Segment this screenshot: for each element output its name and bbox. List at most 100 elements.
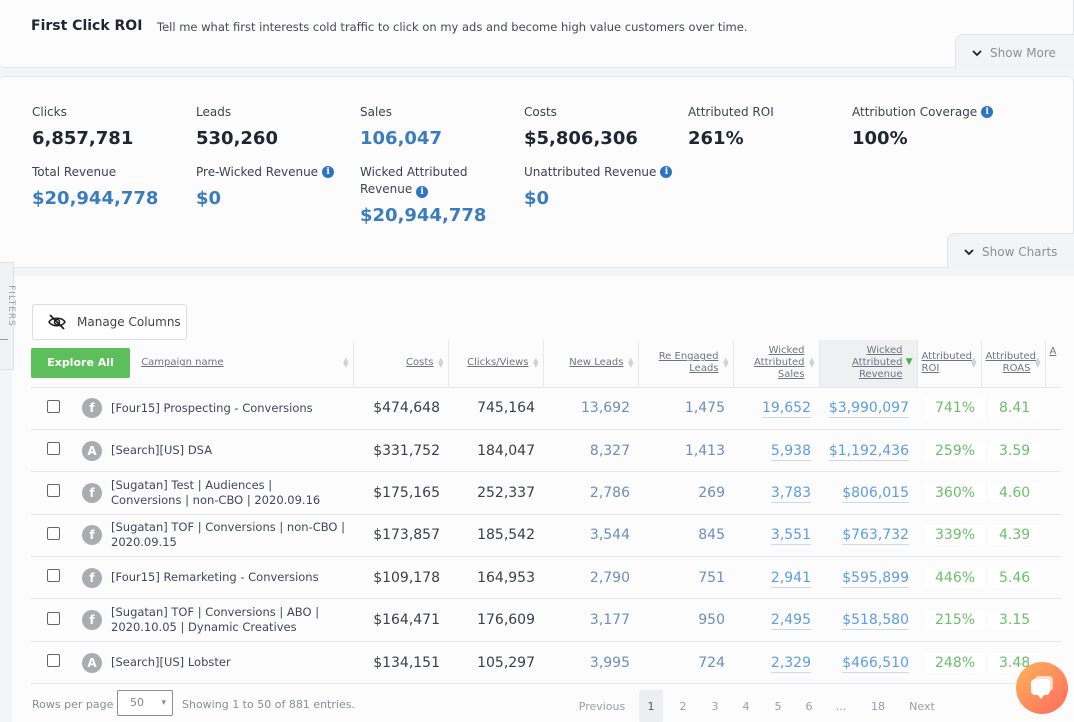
show-charts-button[interactable]: Show Charts — [947, 233, 1074, 269]
row-checkbox-cell — [31, 429, 75, 473]
column-header-campaign-name[interactable]: Explore All Campaign name ▲ ▼ — [31, 340, 353, 388]
revenue-link[interactable]: $806,015 — [842, 484, 909, 503]
column-header-re-engaged-leads[interactable]: Re Engaged Leads ▲ ▼ — [637, 340, 733, 388]
sort-icon[interactable]: ▲ ▼ — [723, 357, 728, 369]
row-checkbox[interactable] — [46, 526, 60, 540]
facebook-icon: f — [82, 482, 102, 503]
explore-all-button[interactable]: Explore All — [31, 348, 130, 379]
column-header-label[interactable]: Wicked Attributed Sales — [754, 345, 805, 380]
eye-slash-icon — [48, 314, 66, 330]
sales-link[interactable]: 2,329 — [770, 654, 811, 673]
row-checkbox[interactable] — [46, 611, 60, 625]
column-header-label[interactable]: New Leads — [569, 357, 623, 368]
revenue-cell: $466,510 — [819, 641, 917, 685]
column-header-label[interactable]: Clicks/Views — [467, 357, 528, 368]
roi-cell: 360% — [917, 471, 986, 515]
column-header-attributed-roas[interactable]: Attributed ROAS ▲ ▼ — [980, 340, 1045, 388]
row-checkbox-cell — [31, 387, 75, 430]
row-checkbox[interactable] — [46, 484, 60, 498]
next-page-button[interactable]: Next — [902, 690, 942, 722]
column-header-label[interactable]: Attributed ROI — [922, 351, 973, 374]
info-icon[interactable]: i — [416, 186, 429, 198]
column-header-truncated[interactable]: A — [1044, 340, 1061, 388]
info-icon[interactable]: i — [322, 166, 335, 178]
sort-icon[interactable]: ▲ ▼ — [533, 357, 538, 369]
row-checkbox[interactable] — [46, 399, 60, 413]
rows-per-page-select[interactable]: 50 ▾ — [117, 690, 173, 716]
filters-side-tab[interactable]: FILTERS — [0, 262, 16, 370]
sales-link[interactable]: 2,941 — [770, 569, 811, 588]
sort-icon[interactable]: ▲ ▼ — [628, 357, 633, 369]
sales-link[interactable]: 3,783 — [770, 484, 811, 503]
stat-value[interactable]: 106,047 — [360, 128, 442, 149]
sort-icon[interactable]: ▲ ▼ — [1035, 357, 1040, 369]
stat-value[interactable]: $0 — [196, 188, 334, 209]
show-charts-label: Show Charts — [982, 244, 1058, 259]
campaign-name: [Four15] Remarketing - Conversions — [109, 556, 353, 600]
table-row: A [Search][US] DSA $331,752 184,047 8,327 1,4… — [31, 429, 1061, 473]
row-checkbox[interactable] — [46, 442, 60, 456]
column-header-new-leads[interactable]: New Leads ▲ ▼ — [542, 340, 638, 388]
sales-link[interactable]: 19,652 — [762, 400, 811, 419]
clicks-cell: 184,047 — [448, 429, 543, 473]
column-header-label[interactable]: Re Engaged Leads — [659, 351, 719, 374]
chat-button[interactable] — [1016, 662, 1068, 714]
page-button[interactable]: 5 — [766, 690, 790, 722]
clicks-cell: 745,164 — [448, 387, 543, 430]
table-row: f [Sugatan] TOF | Conversions | ABO | 202… — [31, 598, 1061, 642]
show-more-label: Show More — [990, 45, 1056, 60]
page-button[interactable]: 6 — [797, 690, 821, 722]
sales-link[interactable]: 5,938 — [770, 442, 811, 461]
roas-value: 4.60 — [989, 482, 1041, 503]
sort-desc-icon[interactable]: ▼ — [906, 358, 913, 367]
row-checkbox[interactable] — [46, 654, 60, 668]
row-checkbox[interactable] — [46, 569, 60, 583]
facebook-icon: f — [82, 398, 102, 419]
previous-page-button[interactable]: Previous — [572, 690, 632, 722]
revenue-link[interactable]: $518,580 — [842, 612, 909, 631]
sales-cell: 19,652 — [733, 387, 819, 430]
row-checkbox-cell — [31, 514, 75, 558]
page-button[interactable]: 3 — [703, 690, 727, 722]
revenue-link[interactable]: $595,899 — [842, 569, 909, 588]
campaign-name: [Search][US] DSA — [109, 429, 353, 473]
column-header-attributed-roi[interactable]: Attributed ROI ▲ ▼ — [916, 340, 981, 388]
stat-value[interactable]: $20,944,778 — [360, 205, 490, 226]
column-header-costs[interactable]: Costs ▲ ▼ — [352, 340, 448, 388]
info-icon[interactable]: i — [660, 166, 673, 178]
column-header-wicked-attributed-revenue[interactable]: Wicked Attributed Revenue ▼ — [818, 340, 917, 388]
revenue-link[interactable]: $3,990,097 — [828, 400, 909, 419]
campaign-name: [Sugatan] TOF | Conversions | ABO | 2020… — [109, 598, 353, 642]
manage-columns-button[interactable]: Manage Columns — [32, 304, 187, 340]
sales-link[interactable]: 3,551 — [770, 527, 811, 546]
stat-value[interactable]: $20,944,778 — [32, 188, 158, 209]
column-header-clicks-views[interactable]: Clicks/Views ▲ ▼ — [447, 340, 543, 388]
page-button[interactable]: 18 — [864, 690, 892, 722]
revenue-link[interactable]: $466,510 — [842, 654, 909, 673]
stat-value[interactable]: $0 — [524, 188, 672, 209]
column-header-label[interactable]: A — [1050, 346, 1057, 357]
clicks-cell: 185,542 — [448, 514, 543, 558]
revenue-link[interactable]: $763,732 — [842, 527, 909, 546]
column-header-label[interactable]: Wicked Attributed Revenue — [852, 345, 903, 380]
sort-icon[interactable]: ▲ ▼ — [971, 357, 976, 369]
sort-icon[interactable]: ▲ ▼ — [438, 357, 443, 369]
page-button[interactable]: 4 — [734, 690, 758, 722]
page-button[interactable]: 1 — [639, 690, 663, 722]
costs-cell: $175,165 — [353, 471, 448, 515]
info-icon[interactable]: i — [981, 106, 994, 118]
sort-icon[interactable]: ▲ ▼ — [809, 357, 814, 369]
column-header-wicked-attributed-sales[interactable]: Wicked Attributed Sales ▲ ▼ — [732, 340, 819, 388]
roas-cell: 4.60 — [981, 471, 1045, 515]
column-header-label[interactable]: Attributed ROAS — [986, 351, 1037, 374]
sort-icon[interactable]: ▲ ▼ — [343, 357, 348, 369]
show-more-button[interactable]: Show More — [955, 34, 1074, 70]
revenue-link[interactable]: $1,192,436 — [828, 442, 909, 461]
column-header-label[interactable]: Campaign name — [141, 357, 223, 368]
stat-clicks: Clicks 6,857,781 — [32, 104, 133, 149]
page-button[interactable]: 2 — [671, 690, 695, 722]
stat-label: Attribution Coverage — [852, 105, 978, 119]
sales-link[interactable]: 2,495 — [770, 612, 811, 631]
column-header-label[interactable]: Costs — [406, 357, 433, 368]
table-row: f [Sugatan] TOF | Conversions | non-CBO |… — [31, 514, 1061, 558]
